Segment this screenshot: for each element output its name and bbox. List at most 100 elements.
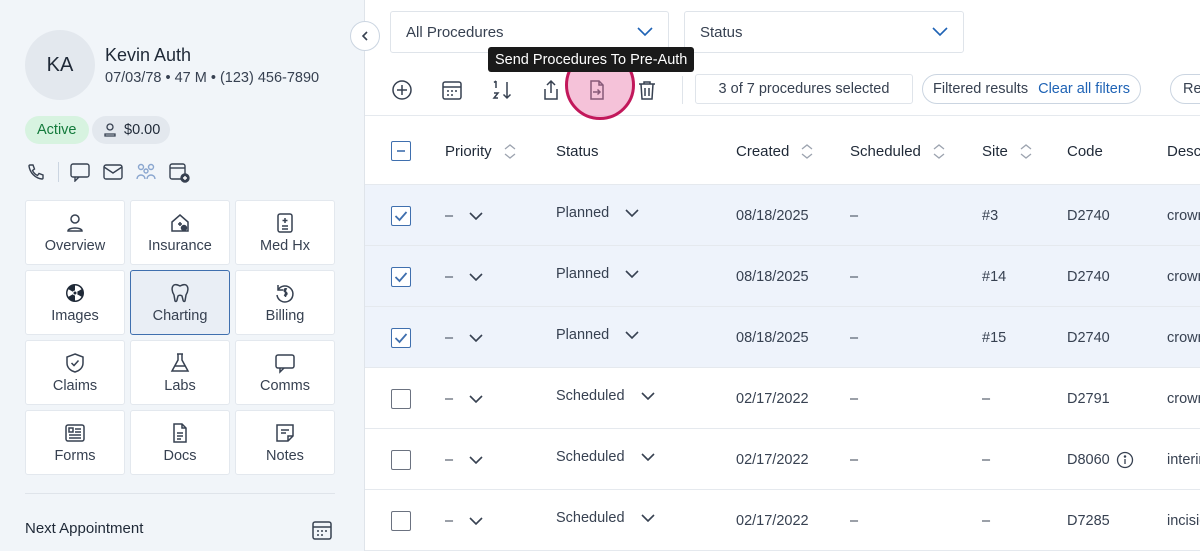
- header-scheduled[interactable]: Scheduled: [850, 116, 945, 186]
- row-checkbox[interactable]: [391, 388, 411, 409]
- created-cell: 08/18/2025: [736, 268, 809, 285]
- patient-nav-grid: Overview Insurance Med Hx Images Chartin…: [25, 200, 335, 475]
- contact-actions: [25, 160, 201, 184]
- priority-cell[interactable]: –: [445, 246, 483, 307]
- status-value: Planned: [556, 326, 610, 343]
- collapse-sidebar-button[interactable]: [350, 21, 380, 51]
- status-filter-value: Status: [700, 23, 743, 41]
- table-row[interactable]: – Scheduled 02/17/2022 – – D8060 interim: [365, 429, 1200, 490]
- nav-billing[interactable]: Billing: [235, 270, 335, 335]
- status-cell[interactable]: Planned: [556, 182, 639, 243]
- header-created[interactable]: Created: [736, 116, 813, 186]
- procedures-panel: All Procedures Status 3 of 7 procedures …: [365, 0, 1200, 551]
- clear-filters-link[interactable]: Clear all filters: [1038, 81, 1130, 97]
- status-cell[interactable]: Scheduled: [556, 487, 655, 548]
- refresh-button[interactable]: Refresh: [1170, 74, 1200, 104]
- nav-docs[interactable]: Docs: [130, 410, 230, 475]
- code-value: D2740: [1067, 268, 1110, 285]
- nav-notes[interactable]: Notes: [235, 410, 335, 475]
- phone-icon[interactable]: [25, 161, 47, 183]
- mail-icon[interactable]: [102, 161, 124, 183]
- code-cell: D2740: [1067, 246, 1110, 307]
- check-icon: [394, 332, 408, 343]
- form-icon: [65, 423, 85, 442]
- priority-value: –: [445, 390, 454, 407]
- nav-med-hx[interactable]: Med Hx: [235, 200, 335, 265]
- row-checkbox[interactable]: [391, 510, 411, 531]
- procedures-toolbar: 3 of 7 procedures selected Filtered resu…: [365, 70, 1200, 110]
- chevron-down-icon: [469, 333, 483, 342]
- nav-overview[interactable]: Overview: [25, 200, 125, 265]
- header-site[interactable]: Site: [982, 116, 1032, 186]
- family-icon[interactable]: [135, 161, 157, 183]
- nav-label: Labs: [164, 377, 196, 394]
- nav-forms[interactable]: Forms: [25, 410, 125, 475]
- delete-icon[interactable]: [634, 77, 660, 103]
- status-cell[interactable]: Planned: [556, 304, 639, 365]
- nav-insurance[interactable]: Insurance: [130, 200, 230, 265]
- scheduled-cell: –: [850, 451, 859, 468]
- nav-label: Comms: [260, 377, 310, 394]
- header-code[interactable]: Code: [1067, 116, 1103, 186]
- priority-value: –: [445, 451, 454, 468]
- header-priority[interactable]: Priority: [445, 116, 516, 186]
- header-status[interactable]: Status: [556, 116, 599, 186]
- nav-images[interactable]: Images: [25, 270, 125, 335]
- row-checkbox[interactable]: [391, 266, 411, 287]
- row-checkbox[interactable]: [391, 449, 411, 470]
- procedure-filter-value: All Procedures: [406, 23, 504, 41]
- header-description[interactable]: Description: [1167, 116, 1200, 186]
- nav-label: Billing: [265, 307, 305, 324]
- calendar-icon[interactable]: [311, 519, 333, 541]
- priority-cell[interactable]: –: [445, 429, 483, 490]
- sort-icon: [1020, 143, 1032, 159]
- chevron-down-icon: [640, 452, 655, 461]
- nav-comms[interactable]: Comms: [235, 340, 335, 405]
- table-row[interactable]: – Scheduled 02/17/2022 – – D7285 incisio…: [365, 490, 1200, 551]
- chevron-down-icon: [469, 455, 483, 464]
- table-row[interactable]: – Planned 08/18/2025 – #3 D2740 crown: [365, 185, 1200, 246]
- nav-charting[interactable]: Charting: [130, 270, 230, 335]
- nav-label: Insurance: [148, 237, 212, 254]
- priority-cell[interactable]: –: [445, 368, 483, 429]
- chevron-down-icon: [625, 208, 639, 217]
- refresh-label: Refresh: [1183, 81, 1200, 97]
- status-cell[interactable]: Planned: [556, 243, 639, 304]
- minus-icon: [397, 150, 405, 152]
- nav-label: Charting: [152, 307, 208, 324]
- status-cell[interactable]: Scheduled: [556, 426, 655, 487]
- nav-label: Images: [51, 307, 99, 324]
- calendar-add-icon[interactable]: [168, 161, 190, 183]
- description-cell: crown: [1167, 207, 1200, 224]
- nav-claims[interactable]: Claims: [25, 340, 125, 405]
- table-row[interactable]: – Planned 08/18/2025 – #14 D2740 crown: [365, 246, 1200, 307]
- add-procedure-icon[interactable]: [389, 77, 415, 103]
- calendar-schedule-icon[interactable]: [439, 77, 465, 103]
- status-cell[interactable]: Scheduled: [556, 365, 655, 426]
- row-select-cell: [391, 429, 411, 490]
- check-icon: [394, 210, 408, 221]
- export-icon[interactable]: [538, 77, 564, 103]
- code-cell: D2791: [1067, 368, 1110, 429]
- document-icon: [173, 422, 187, 443]
- priority-cell[interactable]: –: [445, 490, 483, 551]
- row-checkbox[interactable]: [391, 327, 411, 348]
- chat-icon[interactable]: [69, 161, 91, 183]
- table-body: – Planned 08/18/2025 – #3 D2740 crown – …: [365, 185, 1200, 551]
- status-filter-select[interactable]: Status: [684, 11, 964, 53]
- sort-icon: [933, 143, 945, 159]
- table-row[interactable]: – Scheduled 02/17/2022 – – D2791 crown: [365, 368, 1200, 429]
- sort-order-icon[interactable]: [489, 77, 515, 103]
- tooltip: Send Procedures To Pre-Auth: [488, 47, 695, 72]
- select-all-checkbox[interactable]: [391, 141, 411, 161]
- priority-cell[interactable]: –: [445, 185, 483, 246]
- chevron-down-icon: [640, 513, 655, 522]
- info-icon[interactable]: [1116, 451, 1134, 469]
- priority-value: –: [445, 207, 454, 224]
- description-cell: incisional: [1167, 512, 1200, 529]
- priority-cell[interactable]: –: [445, 307, 483, 368]
- table-row[interactable]: – Planned 08/18/2025 – #15 D2740 crown: [365, 307, 1200, 368]
- row-checkbox[interactable]: [391, 205, 411, 226]
- nav-labs[interactable]: Labs: [130, 340, 230, 405]
- created-cell: 02/17/2022: [736, 512, 809, 529]
